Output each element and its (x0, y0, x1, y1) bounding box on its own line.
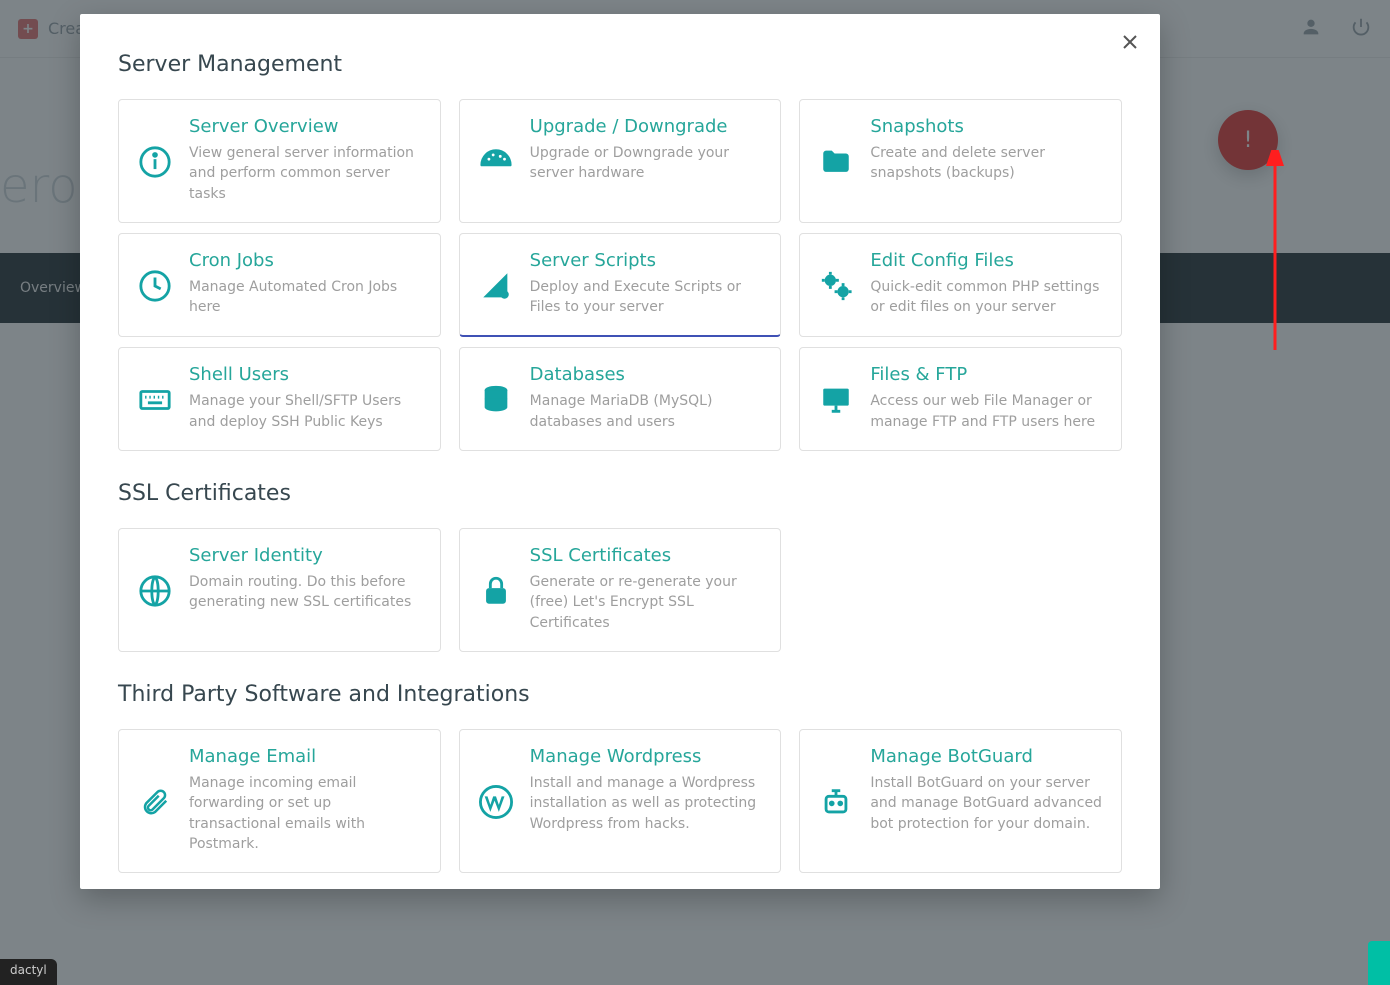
card-desc: Generate or re-generate your (free) Let'… (530, 572, 763, 633)
card-title: Upgrade / Downgrade (530, 116, 763, 137)
server-modal: Server Management Server Overview View g… (80, 14, 1160, 889)
card-snapshots[interactable]: Snapshots Create and delete server snaps… (799, 99, 1122, 223)
info-icon (137, 116, 173, 204)
card-server-scripts[interactable]: Server Scripts Deploy and Execute Script… (459, 233, 782, 338)
card-upgrade-downgrade[interactable]: Upgrade / Downgrade Upgrade or Downgrade… (459, 99, 782, 223)
card-files-ftp[interactable]: Files & FTP Access our web File Manager … (799, 347, 1122, 451)
card-desc: Upgrade or Downgrade your server hardwar… (530, 143, 763, 184)
card-desc: Create and delete server snapshots (back… (870, 143, 1103, 184)
card-title: Cron Jobs (189, 250, 422, 271)
globe-icon (137, 545, 173, 633)
card-title: Snapshots (870, 116, 1103, 137)
card-title: Manage BotGuard (870, 746, 1103, 767)
card-title: Server Identity (189, 545, 422, 566)
card-desc: Manage incoming email forwarding or set … (189, 773, 422, 854)
support-tab[interactable] (1368, 941, 1390, 985)
card-databases[interactable]: Databases Manage MariaDB (MySQL) databas… (459, 347, 782, 451)
card-server-overview[interactable]: Server Overview View general server info… (118, 99, 441, 223)
card-title: Server Scripts (530, 250, 763, 271)
wordpress-icon (478, 746, 514, 854)
gears-icon (818, 250, 854, 319)
card-desc: Deploy and Execute Scripts or Files to y… (530, 277, 763, 318)
card-title: Edit Config Files (870, 250, 1103, 271)
card-title: Manage Email (189, 746, 422, 767)
deploy-icon (478, 250, 514, 318)
robot-icon (818, 746, 854, 854)
card-desc: Access our web File Manager or manage FT… (870, 391, 1103, 432)
card-title: Shell Users (189, 364, 422, 385)
monitor-icon (818, 364, 854, 432)
card-shell-users[interactable]: Shell Users Manage your Shell/SFTP Users… (118, 347, 441, 451)
gauge-icon (478, 116, 514, 204)
card-manage-wordpress[interactable]: Manage Wordpress Install and manage a Wo… (459, 729, 782, 873)
clock-icon (137, 250, 173, 319)
paperclip-icon (137, 746, 173, 854)
card-desc: Quick-edit common PHP settings or edit f… (870, 277, 1103, 318)
folder-icon (818, 116, 854, 204)
section-title-ssl: SSL Certificates (118, 481, 1122, 506)
card-manage-email[interactable]: Manage Email Manage incoming email forwa… (118, 729, 441, 873)
keyboard-icon (137, 364, 173, 432)
database-icon (478, 364, 514, 432)
card-edit-config[interactable]: Edit Config Files Quick-edit common PHP … (799, 233, 1122, 338)
section-title-server: Server Management (118, 52, 1122, 77)
card-title: Server Overview (189, 116, 422, 137)
card-desc: Install BotGuard on your server and mana… (870, 773, 1103, 834)
lock-icon (478, 545, 514, 633)
card-title: Manage Wordpress (530, 746, 763, 767)
section-title-thirdparty: Third Party Software and Integrations (118, 682, 1122, 707)
card-title: Files & FTP (870, 364, 1103, 385)
card-manage-botguard[interactable]: Manage BotGuard Install BotGuard on your… (799, 729, 1122, 873)
card-desc: Install and manage a Wordpress installat… (530, 773, 763, 834)
card-desc: Manage your Shell/SFTP Users and deploy … (189, 391, 422, 432)
card-cron-jobs[interactable]: Cron Jobs Manage Automated Cron Jobs her… (118, 233, 441, 338)
card-desc: Domain routing. Do this before generatin… (189, 572, 422, 613)
card-title: Databases (530, 364, 763, 385)
browser-tab: dactyl (0, 959, 57, 985)
card-desc: Manage MariaDB (MySQL) databases and use… (530, 391, 763, 432)
close-icon[interactable] (1122, 34, 1138, 50)
card-title: SSL Certificates (530, 545, 763, 566)
card-ssl-certs[interactable]: SSL Certificates Generate or re-generate… (459, 528, 782, 652)
card-server-identity[interactable]: Server Identity Domain routing. Do this … (118, 528, 441, 652)
card-desc: View general server information and perf… (189, 143, 422, 204)
card-desc: Manage Automated Cron Jobs here (189, 277, 422, 318)
